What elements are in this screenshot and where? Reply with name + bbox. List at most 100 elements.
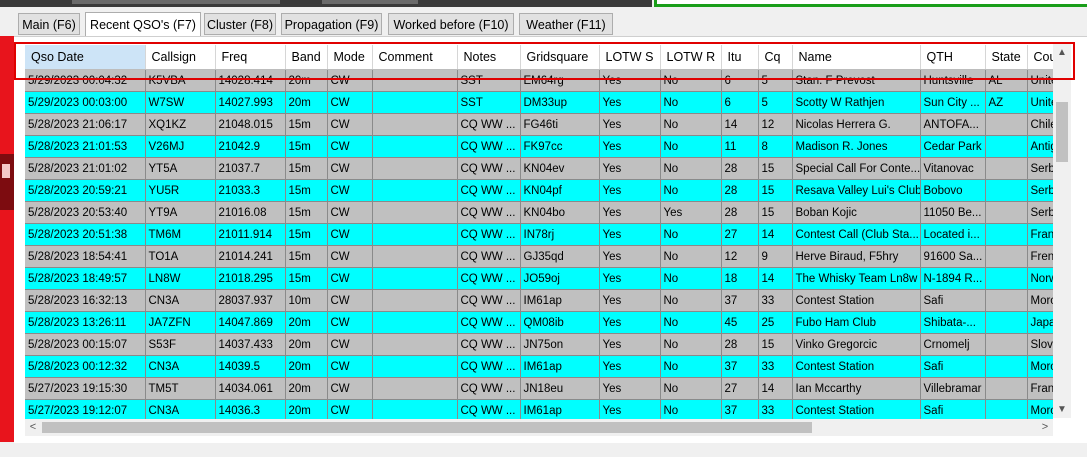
column-header-callsign[interactable]: Callsign — [145, 45, 216, 70]
cell-callsign[interactable]: CN3A — [145, 355, 216, 378]
cell-lotw-s[interactable]: Yes — [599, 245, 661, 268]
cell-name[interactable]: Ian Mccarthy — [792, 377, 921, 400]
cell-qso-date[interactable]: 5/29/2023 00:03:00 — [25, 91, 146, 114]
cell-mode[interactable]: CW — [327, 69, 373, 92]
table-row[interactable]: 5/27/2023 19:15:30 TM5T 14034.061 20m CW CQ W… — [25, 377, 1053, 400]
cell-band[interactable]: 10m — [285, 289, 328, 312]
cell-freq[interactable]: 14039.5 — [215, 355, 286, 378]
cell-gridsquare[interactable]: JN18eu — [520, 377, 600, 400]
column-header-state[interactable]: State — [985, 45, 1028, 70]
cell-mode[interactable]: CW — [327, 223, 373, 246]
cell-notes[interactable]: CQ WW ... — [457, 157, 521, 180]
cell-lotw-r[interactable]: No — [660, 311, 722, 334]
cell-band[interactable]: 15m — [285, 267, 328, 290]
cell-callsign[interactable]: TO1A — [145, 245, 216, 268]
cell-band[interactable]: 15m — [285, 245, 328, 268]
cell-lotw-r[interactable]: No — [660, 113, 722, 136]
cell-lotw-s[interactable]: Yes — [599, 135, 661, 158]
cell-state[interactable] — [985, 223, 1028, 246]
cell-comment[interactable] — [372, 157, 458, 180]
cell-lotw-s[interactable]: Yes — [599, 179, 661, 202]
cell-comment[interactable] — [372, 355, 458, 378]
cell-freq[interactable]: 21016.08 — [215, 201, 286, 224]
cell-callsign[interactable]: LN8W — [145, 267, 216, 290]
chevron-right-icon[interactable]: > — [1037, 419, 1053, 436]
cell-comment[interactable] — [372, 113, 458, 136]
cell-band[interactable]: 15m — [285, 223, 328, 246]
cell-state[interactable] — [985, 113, 1028, 136]
cell-freq[interactable]: 14047.869 — [215, 311, 286, 334]
cell-itu[interactable]: 6 — [721, 69, 759, 92]
cell-qth[interactable]: Cedar Park — [920, 135, 986, 158]
cell-itu[interactable]: 18 — [721, 267, 759, 290]
cell-itu[interactable]: 28 — [721, 201, 759, 224]
cell-comment[interactable] — [372, 333, 458, 356]
cell-lotw-r[interactable]: No — [660, 179, 722, 202]
cell-freq[interactable]: 14034.061 — [215, 377, 286, 400]
table-row[interactable]: 5/28/2023 20:59:21 YU5R 21033.3 15m CW CQ WW … — [25, 179, 1053, 202]
cell-qso-date[interactable]: 5/28/2023 18:54:41 — [25, 245, 146, 268]
table-row[interactable]: 5/28/2023 20:53:40 YT9A 21016.08 15m CW CQ WW… — [25, 201, 1053, 224]
cell-qso-date[interactable]: 5/28/2023 21:01:53 — [25, 135, 146, 158]
table-row[interactable]: 5/28/2023 20:51:38 TM6M 21011.914 15m CW CQ W… — [25, 223, 1053, 246]
cell-freq[interactable]: 21014.241 — [215, 245, 286, 268]
cell-name[interactable]: Special Call For Conte... — [792, 157, 921, 180]
cell-freq[interactable]: 14028.414 — [215, 69, 286, 92]
cell-band[interactable]: 20m — [285, 311, 328, 334]
cell-cq[interactable]: 15 — [758, 157, 793, 180]
cell-freq[interactable]: 21048.015 — [215, 113, 286, 136]
cell-cq[interactable]: 5 — [758, 69, 793, 92]
cell-cq[interactable]: 25 — [758, 311, 793, 334]
cell-name[interactable]: Nicolas Herrera G. — [792, 113, 921, 136]
tab-propagation[interactable]: Propagation (F9) — [281, 13, 382, 35]
cell-lotw-s[interactable]: Yes — [599, 377, 661, 400]
column-header-mode[interactable]: Mode — [327, 45, 373, 70]
cell-comment[interactable] — [372, 135, 458, 158]
column-header-country[interactable]: Country — [1027, 45, 1053, 70]
cell-country[interactable]: Chile — [1027, 113, 1053, 136]
cell-country[interactable]: Japan — [1027, 311, 1053, 334]
cell-state[interactable] — [985, 135, 1028, 158]
cell-cq[interactable]: 9 — [758, 245, 793, 268]
cell-lotw-r[interactable]: No — [660, 69, 722, 92]
cell-gridsquare[interactable]: DM33up — [520, 91, 600, 114]
cell-gridsquare[interactable]: KN04bo — [520, 201, 600, 224]
table-row[interactable]: 5/28/2023 13:26:11 JA7ZFN 14047.869 20m CW CQ… — [25, 311, 1053, 334]
cell-callsign[interactable]: S53F — [145, 333, 216, 356]
cell-name[interactable]: The Whisky Team Ln8w — [792, 267, 921, 290]
cell-name[interactable]: Contest Call (Club Sta... — [792, 223, 921, 246]
cell-callsign[interactable]: YT9A — [145, 201, 216, 224]
cell-qso-date[interactable]: 5/28/2023 21:01:02 — [25, 157, 146, 180]
cell-gridsquare[interactable]: FK97cc — [520, 135, 600, 158]
cell-state[interactable]: AZ — [985, 91, 1028, 114]
cell-state[interactable] — [985, 333, 1028, 356]
cell-state[interactable] — [985, 245, 1028, 268]
cell-lotw-s[interactable]: Yes — [599, 333, 661, 356]
cell-lotw-r[interactable]: No — [660, 245, 722, 268]
vertical-scroll-thumb[interactable] — [1056, 102, 1068, 162]
cell-lotw-s[interactable]: Yes — [599, 69, 661, 92]
cell-notes[interactable]: CQ WW ... — [457, 289, 521, 312]
cell-cq[interactable]: 8 — [758, 135, 793, 158]
cell-band[interactable]: 20m — [285, 69, 328, 92]
cell-gridsquare[interactable]: QM08ib — [520, 311, 600, 334]
cell-notes[interactable]: SST — [457, 69, 521, 92]
cell-name[interactable]: Herve Biraud, F5hry — [792, 245, 921, 268]
cell-itu[interactable]: 6 — [721, 91, 759, 114]
cell-lotw-r[interactable]: No — [660, 223, 722, 246]
cell-qth[interactable]: N-1894 R... — [920, 267, 986, 290]
cell-gridsquare[interactable]: JO59oj — [520, 267, 600, 290]
cell-state[interactable] — [985, 289, 1028, 312]
cell-lotw-r[interactable]: No — [660, 157, 722, 180]
cell-freq[interactable]: 21042.9 — [215, 135, 286, 158]
cell-qth[interactable]: Crnomelj — [920, 333, 986, 356]
cell-itu[interactable]: 27 — [721, 223, 759, 246]
table-row[interactable]: 5/28/2023 00:12:32 CN3A 14039.5 20m CW CQ WW … — [25, 355, 1053, 378]
cell-qth[interactable]: Sun City ... — [920, 91, 986, 114]
cell-lotw-r[interactable]: No — [660, 135, 722, 158]
chevron-up-icon[interactable]: ▲ — [1053, 44, 1071, 61]
cell-name[interactable]: Madison R. Jones — [792, 135, 921, 158]
chevron-left-icon[interactable]: < — [25, 419, 41, 436]
cell-name[interactable]: Scotty W Rathjen — [792, 91, 921, 114]
cell-comment[interactable] — [372, 179, 458, 202]
